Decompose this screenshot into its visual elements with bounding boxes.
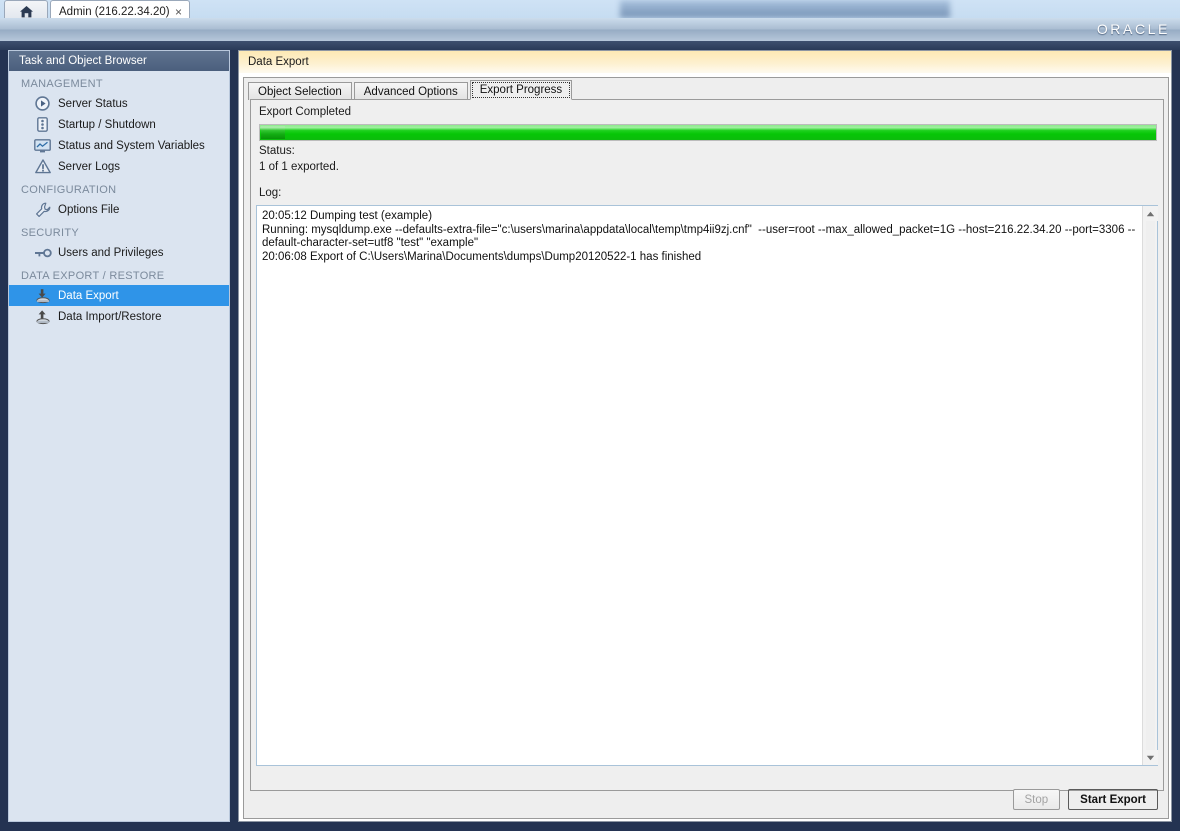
sidebar-group-management: MANAGEMENT (21, 78, 103, 90)
menu-item-community[interactable]: Community (313, 23, 389, 39)
log-output-box[interactable]: 20:05:12 Dumping test (example) Running:… (256, 205, 1158, 766)
sidebar-item-startup-shutdown[interactable]: Startup / Shutdown (9, 114, 229, 135)
sidebar-item-label: Data Import/Restore (58, 310, 162, 323)
tab-label: Export Progress (479, 84, 563, 96)
play-circle-icon (33, 96, 52, 112)
application-window: Admin (216.22.34.20) × File Edit View Da… (0, 0, 1180, 831)
tab-label: Object Selection (258, 85, 342, 98)
menu-item-edit[interactable]: Edit (47, 23, 85, 39)
monitor-chart-icon (33, 138, 52, 154)
progress-bar-glint (261, 126, 285, 139)
log-output-text: 20:05:12 Dumping test (example) Running:… (262, 210, 1136, 263)
home-icon (19, 5, 34, 19)
menu-item-plugins[interactable]: Plugins (194, 23, 250, 39)
window-tab-strip: Admin (216.22.34.20) × (0, 0, 1180, 22)
page-title: Data Export (239, 51, 1171, 73)
sidebar-item-server-logs[interactable]: Server Logs (9, 156, 229, 177)
task-and-object-browser: Task and Object Browser MANAGEMENT Serve… (8, 50, 230, 822)
sidebar-group-configuration: CONFIGURATION (21, 184, 117, 196)
sidebar-item-status-and-system-variables[interactable]: Status and System Variables (9, 135, 229, 156)
sidebar-item-data-import-restore[interactable]: Data Import/Restore (9, 306, 229, 327)
log-scrollbar-track[interactable] (1146, 221, 1155, 750)
sidebar-group-data-export-restore: DATA EXPORT / RESTORE (21, 270, 165, 282)
warning-triangle-icon (33, 159, 52, 175)
tab-label: Advanced Options (363, 85, 458, 98)
menu-item-database[interactable]: Database (127, 23, 194, 39)
document-tab-admin[interactable]: Admin (216.22.34.20) × (50, 0, 190, 22)
status-value: 1 of 1 exported. (259, 161, 339, 173)
sidebar-item-label: Options File (58, 203, 120, 216)
menu-item-file[interactable]: File (10, 23, 47, 39)
sidebar-item-label: Users and Privileges (58, 246, 164, 259)
menu-item-help[interactable]: Help (389, 23, 431, 39)
sidebar-item-label: Server Status (58, 97, 128, 110)
start-export-button[interactable]: Start Export (1068, 789, 1158, 810)
tab-object-selection[interactable]: Object Selection (248, 82, 352, 100)
tab-export-progress[interactable]: Export Progress (469, 80, 573, 100)
sidebar-item-label: Status and System Variables (58, 139, 205, 152)
scroll-up-arrow-icon[interactable] (1143, 206, 1158, 221)
sidebar-item-options-file[interactable]: Options File (9, 199, 229, 220)
sidebar-item-label: Data Export (58, 289, 119, 302)
start-export-button-label: Start Export (1080, 793, 1146, 806)
sidebar-item-data-export[interactable]: Data Export (9, 285, 229, 306)
progress-status-title: Export Completed (259, 106, 352, 118)
export-progress-bar (259, 124, 1157, 141)
sidebar-group-security: SECURITY (21, 227, 80, 239)
document-tab-label: Admin (216.22.34.20) (59, 5, 170, 18)
scroll-down-arrow-icon[interactable] (1143, 750, 1158, 765)
status-label: Status: (259, 145, 295, 157)
tab-advanced-options[interactable]: Advanced Options (353, 82, 468, 100)
home-tab[interactable] (4, 0, 48, 22)
redacted-title-region (620, 0, 950, 18)
close-icon[interactable]: × (172, 6, 185, 18)
sidebar-title: Task and Object Browser (9, 51, 229, 71)
main-content-panel: Data Export Object Selection Advanced Op… (238, 50, 1172, 822)
menu-item-view[interactable]: View (84, 23, 127, 39)
progress-bar-fill (260, 125, 1156, 140)
log-scrollbar[interactable] (1142, 206, 1158, 765)
sidebar-item-server-status[interactable]: Server Status (9, 93, 229, 114)
stop-button-label: Stop (1024, 793, 1049, 806)
oracle-logo: ORACLE (1096, 21, 1170, 37)
wrench-icon (33, 202, 52, 218)
log-label: Log: (259, 187, 282, 199)
tab-bar: Object Selection Advanced Options Export… (248, 80, 574, 100)
data-export-panel: Object Selection Advanced Options Export… (243, 77, 1169, 819)
sidebar-item-label: Server Logs (58, 160, 121, 173)
import-arrow-up-icon (33, 309, 52, 325)
menu-item-scripting[interactable]: Scripting (250, 23, 313, 39)
sidebar-item-label: Startup / Shutdown (58, 118, 156, 131)
action-button-row: Stop Start Export (1012, 789, 1158, 810)
stop-button[interactable]: Stop (1012, 789, 1061, 810)
export-arrow-down-icon (33, 288, 52, 304)
sidebar-item-users-and-privileges[interactable]: Users and Privileges (9, 242, 229, 263)
key-icon (33, 245, 52, 261)
banner-dark-strip (0, 41, 1180, 50)
export-progress-pane: Export Completed Status: 1 of 1 exported… (250, 99, 1164, 791)
server-stack-icon (33, 117, 52, 133)
menu-bar: File Edit View Database Plugins Scriptin… (0, 22, 1180, 41)
